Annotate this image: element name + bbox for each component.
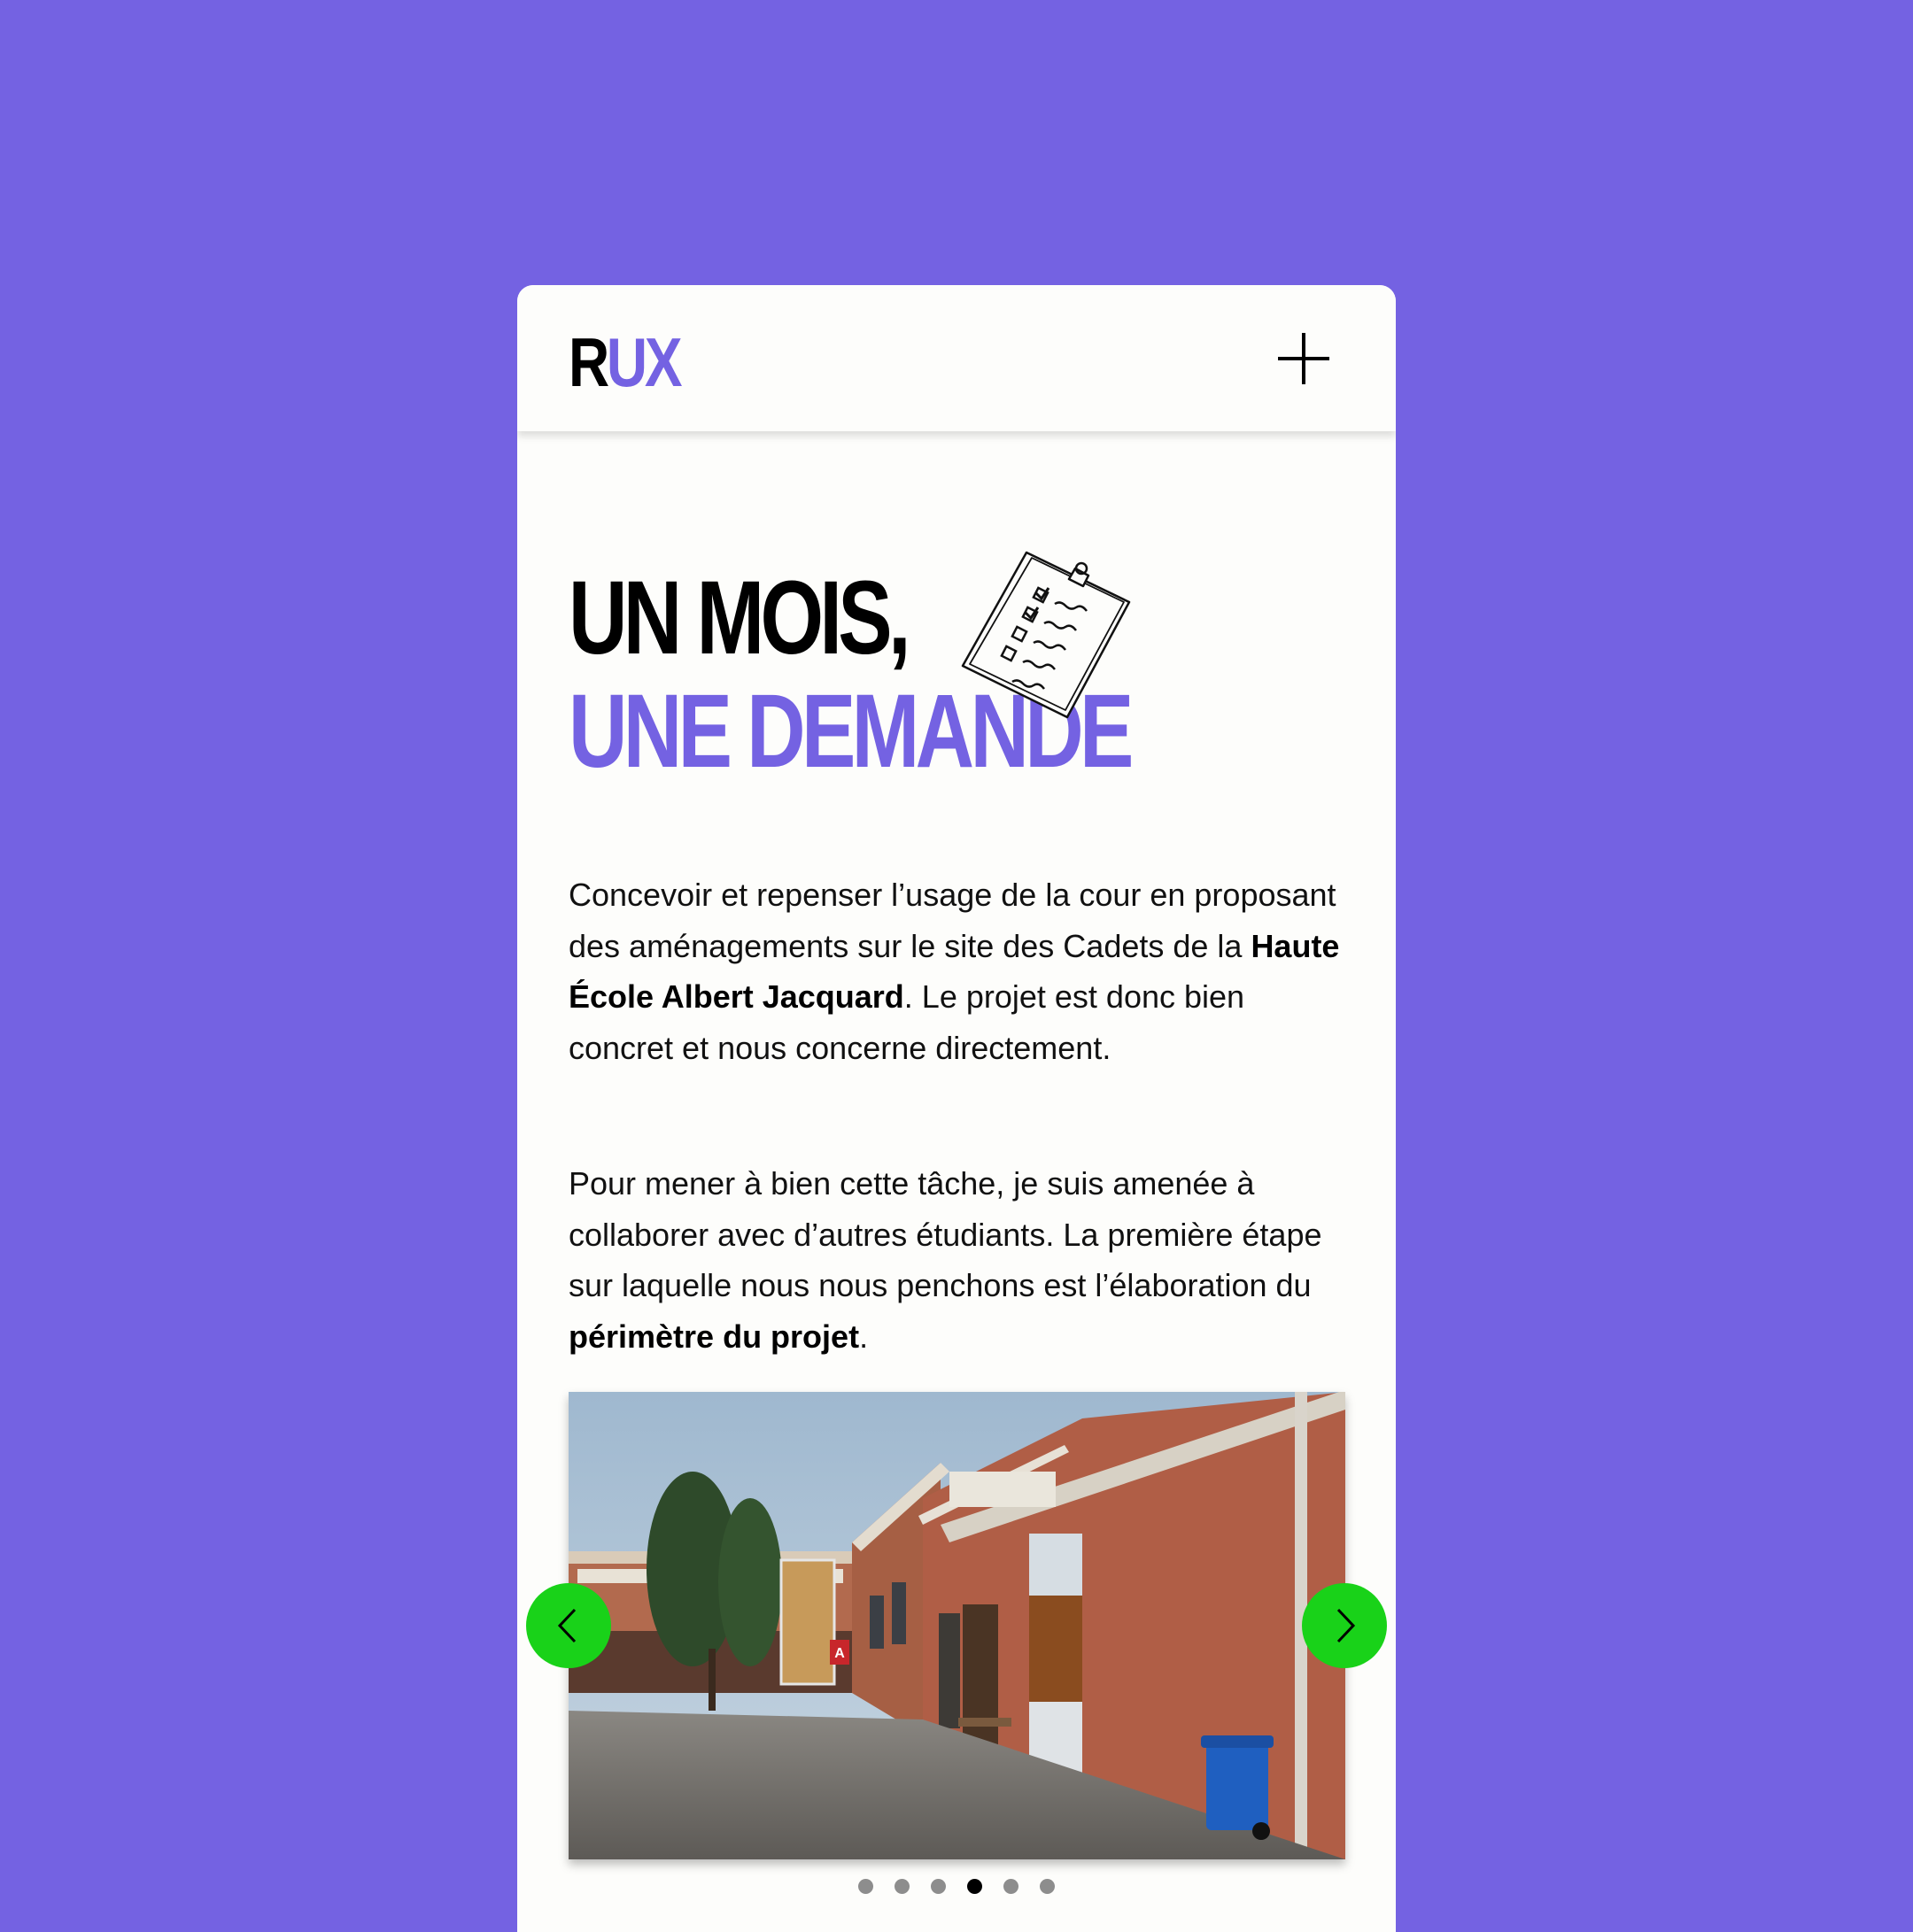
logo-letter-r: R — [569, 323, 609, 401]
site-header: RUX — [517, 285, 1396, 431]
chevron-right-icon — [1336, 1608, 1356, 1643]
page-card: RUX UN MOIS, UNE DEMANDE Concevoir et re… — [517, 285, 1396, 1932]
image-carousel[interactable]: A — [569, 1392, 1345, 1859]
carousel-dot-3[interactable] — [931, 1879, 946, 1894]
carousel-pagination — [517, 1879, 1396, 1894]
carousel-prev-button[interactable] — [526, 1583, 611, 1668]
carousel-dot-6[interactable] — [1040, 1879, 1055, 1894]
site-logo[interactable]: RUX — [569, 328, 683, 397]
collaboration-paragraph: Pour mener à bien cette tâche, je suis a… — [569, 1158, 1348, 1362]
collab-text: Pour mener à bien cette tâche, je suis a… — [569, 1165, 1322, 1303]
plus-icon — [1278, 333, 1329, 384]
intro-paragraph: Concevoir et repenser l’usage de la cour… — [569, 869, 1348, 1073]
clipboard-checklist-icon — [961, 551, 1131, 719]
collab-text-end: . — [859, 1318, 869, 1355]
building-sign: A — [834, 1646, 845, 1661]
menu-button[interactable] — [1276, 331, 1331, 386]
logo-letters-ux: UX — [606, 323, 683, 401]
project-scope-text: périmètre du projet — [569, 1318, 860, 1355]
intro-text: Concevoir et repenser l’usage de la cour… — [569, 877, 1336, 964]
courtyard-photo: A — [569, 1392, 1345, 1859]
carousel-dot-2[interactable] — [895, 1879, 910, 1894]
carousel-next-button[interactable] — [1302, 1583, 1387, 1668]
chevron-left-icon — [557, 1608, 577, 1643]
carousel-dot-5[interactable] — [1003, 1879, 1018, 1894]
carousel-dot-4[interactable] — [967, 1879, 982, 1894]
carousel-dot-1[interactable] — [858, 1879, 873, 1894]
